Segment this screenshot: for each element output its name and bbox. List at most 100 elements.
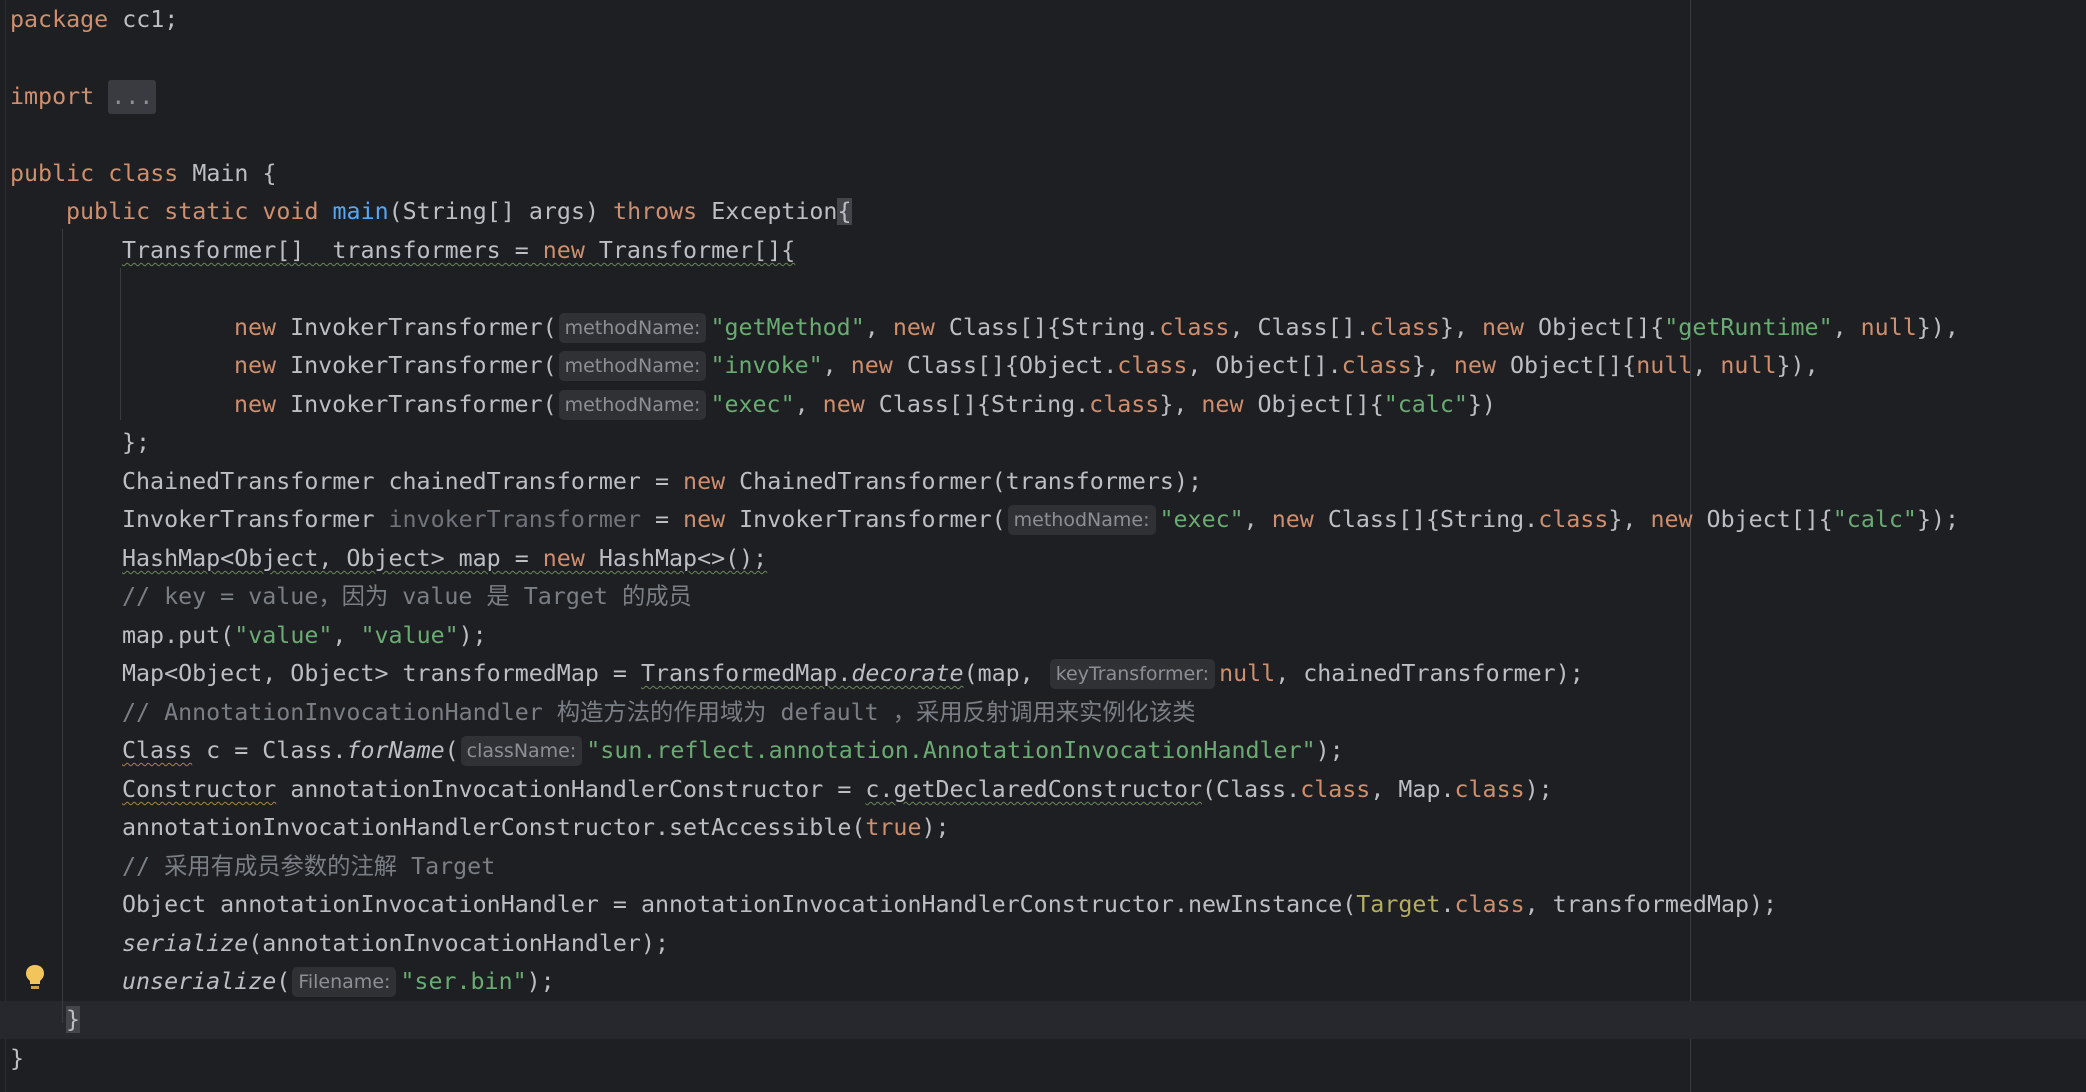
keyword: new [683,506,726,533]
code-text: Object[]{ [1692,506,1833,533]
indent-guide [62,229,63,1023]
code-line-9[interactable]: }; [122,424,150,463]
code-text: , [332,622,361,649]
parameter-hint: keyTransformer: [1049,659,1216,689]
code-text: TransformedMap. [640,660,852,687]
code-line-1[interactable]: package cc1; [10,1,178,40]
code-line-10[interactable]: ChainedTransformer chainedTransformer = … [122,463,1202,502]
keyword: class [1159,314,1230,341]
code-line-11[interactable]: InvokerTransformer invokerTransformer = … [122,501,1959,540]
code-text: annotationInvocationHandlerConstructor = [276,776,866,803]
code-text: , transformedMap); [1524,891,1778,918]
keyword: null [1219,660,1276,687]
code-line-5[interactable]: Transformer[] transformers = new Transfo… [122,232,795,271]
code-text: ( [276,968,291,995]
code-line-25[interactable]: } [10,1040,24,1079]
keyword: throws [613,198,698,225]
code-text: ); [1315,737,1344,764]
keyword: new [1453,352,1496,379]
code-text: , [794,391,823,418]
keyword: class [1117,352,1188,379]
code-line-22[interactable]: serialize(annotationInvocationHandler); [122,925,669,964]
keyword: true [865,814,922,841]
lightbulb-icon[interactable] [24,963,46,993]
string-literal: "exec" [1159,506,1244,533]
code-line-13[interactable]: // key = value，因为 value 是 Target 的成员 [122,578,692,617]
string-literal: "exec" [710,391,795,418]
string-literal: "calc" [1383,391,1468,418]
code-text: = [640,506,684,533]
parameter-hint: methodName: [558,390,707,420]
folded-imports[interactable]: ... [108,80,157,114]
keyword: class [1369,314,1440,341]
keyword: new [1201,391,1244,418]
code-line-23[interactable]: unserialize(Filename: "ser.bin"); [122,963,555,1002]
code-text: InvokerTransformer( [276,391,557,418]
keyword: class [1089,391,1160,418]
code-text: , [864,314,893,341]
comment: // AnnotationInvocationHandler 构造方法的作用域为… [122,699,1196,726]
code-text: Object[]{ [1495,352,1637,379]
keyword: public [10,160,95,187]
code-line-15[interactable]: Map<Object, Object> transformedMap = Tra… [122,655,1584,694]
parameter-hint: Filename: [292,967,397,997]
code-text: (annotationInvocationHandler); [248,930,670,957]
keyword: new [683,468,726,495]
code-text: Transformer[] transformers [122,237,501,264]
code-text: Main { [178,160,277,187]
code-line-7[interactable]: new InvokerTransformer(methodName: "invok… [234,347,1819,386]
code-line-8[interactable]: new InvokerTransformer(methodName: "exec"… [234,386,1496,425]
keyword: null [1636,352,1693,379]
keyword: import [10,83,95,110]
string-literal: "value" [360,622,459,649]
keyword: new [1271,506,1314,533]
code-text: , [1692,352,1721,379]
keyword: new [850,352,893,379]
code-line-14[interactable]: map.put("value", "value"); [122,617,487,656]
code-line-4[interactable]: public static void main(String[] args) t… [66,193,852,232]
code-line-12[interactable]: HashMap<Object, Object> map = new HashMa… [122,540,767,579]
code-editor[interactable]: package cc1; import ... public class Mai… [0,0,2086,1092]
code-line-16[interactable]: // AnnotationInvocationHandler 构造方法的作用域为… [122,694,1196,733]
code-text: ChainedTransformer(transformers); [725,468,1203,495]
comment: // 采用有成员参数的注解 Target [122,853,496,880]
static-method: decorate [851,660,964,687]
code-line-6[interactable]: new InvokerTransformer(methodName: "getMe… [234,309,1959,348]
code-text: Exception [697,198,838,225]
keyword: class [108,160,179,187]
code-text: (String[] args) [388,198,614,225]
code-text: InvokerTransformer [122,506,389,533]
code-text: , [1832,314,1861,341]
code-text: InvokerTransformer( [725,506,1006,533]
code-line-19[interactable]: annotationInvocationHandlerConstructor.s… [122,809,950,848]
code-text: cc1; [108,6,179,33]
keyword: static [164,198,249,225]
keyword: class [1300,776,1371,803]
code-text: HashMap<Object, Object> map [122,545,501,572]
code-text: Class [122,737,193,764]
annotation-class: Target [1356,891,1441,918]
keyword: new [542,237,585,264]
string-literal: "ser.bin" [400,968,527,995]
string-literal: "invoke" [710,352,823,379]
code-text: Class[]{String. [864,391,1090,418]
code-line-24[interactable]: } [66,1001,81,1040]
code-line-21[interactable]: Object annotationInvocationHandler = ann… [122,886,1777,925]
keyword: new [542,545,585,572]
keyword: new [1650,506,1693,533]
code-line-3[interactable]: public class Main { [10,155,277,194]
method-name: main [332,198,389,225]
keyword: new [234,352,277,379]
code-text: Class[]{String. [1313,506,1539,533]
code-text: ); [458,622,487,649]
code-line-18[interactable]: Constructor annotationInvocationHandlerC… [122,771,1553,810]
code-line-17[interactable]: Class c = Class.forName(className: "sun.r… [122,732,1344,771]
keyword: class [1454,891,1525,918]
matched-brace: { [837,198,852,225]
code-text: Transformer[]{ [584,237,796,264]
code-line-20[interactable]: // 采用有成员参数的注解 Target [122,848,495,887]
code-line-2[interactable]: import ... [10,78,157,117]
code-text: Constructor [122,776,277,803]
code-text: , [822,352,851,379]
parameter-hint: methodName: [558,313,707,343]
